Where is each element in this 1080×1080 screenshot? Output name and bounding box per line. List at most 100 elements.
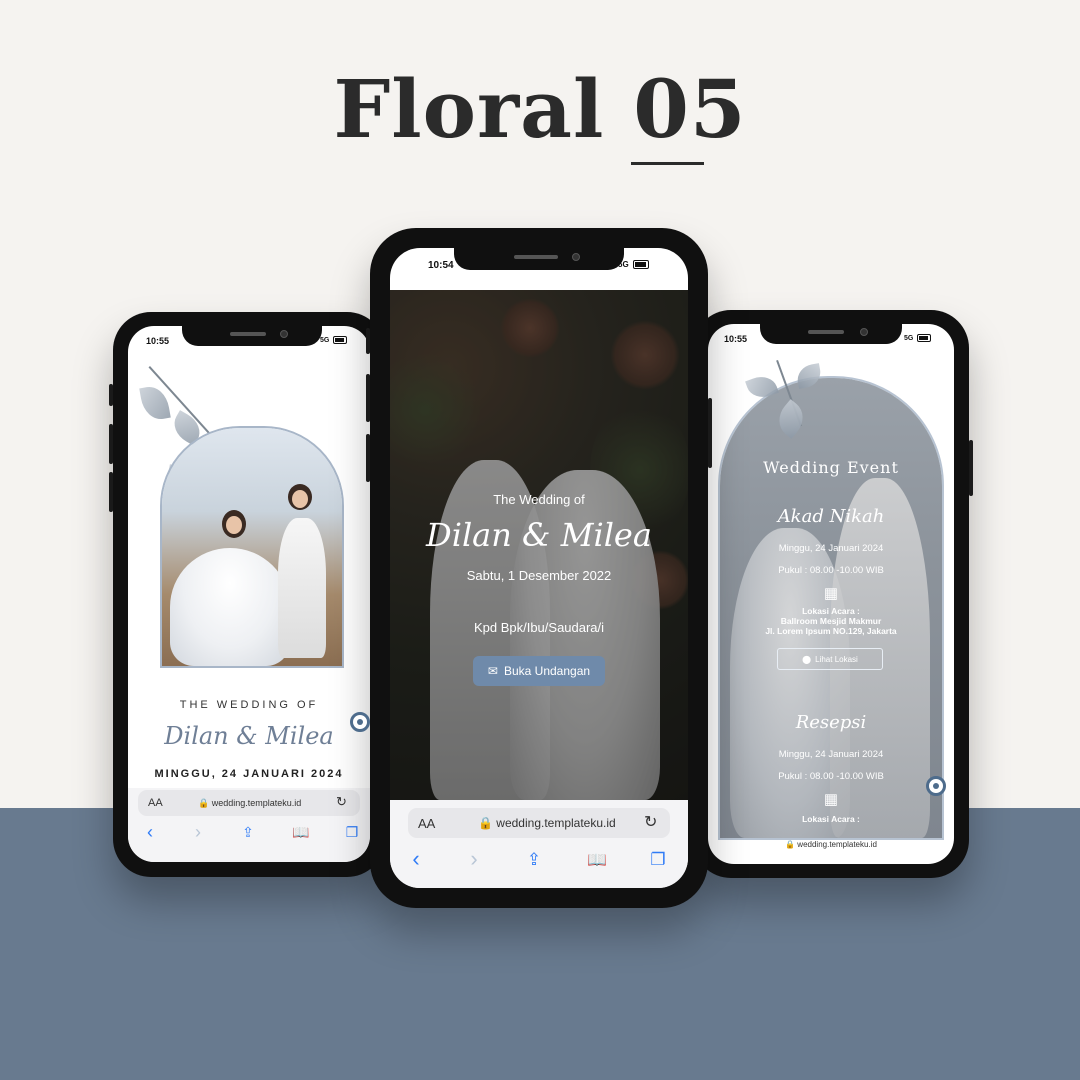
front-camera xyxy=(860,328,868,336)
network-label: 5G xyxy=(618,260,629,269)
groom-suit xyxy=(278,518,326,658)
resepsi-title: Resepsi xyxy=(795,712,867,733)
floral-leaf-icon xyxy=(139,384,171,422)
address-bar[interactable]: AA 🔒 wedding.templateku.id ↻ xyxy=(138,790,360,816)
bride-dress xyxy=(170,548,290,666)
status-indicators: 5G xyxy=(618,260,649,269)
speaker-grille xyxy=(808,330,844,334)
phone-right-notch xyxy=(760,324,902,344)
couple-photo xyxy=(160,426,344,668)
battery-icon xyxy=(333,336,348,344)
hero-cover: The Wedding of Dilan & Milea Sabtu, 1 De… xyxy=(390,290,688,800)
forward-icon[interactable]: › xyxy=(188,822,208,843)
title-underline xyxy=(631,162,704,165)
battery-icon xyxy=(917,334,932,342)
address-bar[interactable]: AA 🔒 wedding.templateku.id ↻ xyxy=(408,808,670,838)
tabs-icon[interactable]: ❐ xyxy=(342,824,362,841)
url-value: wedding.templateku.id xyxy=(211,798,302,808)
network-label: 5G xyxy=(904,334,914,342)
guest-label: Kpd Bpk/Ibu/Saudara/i xyxy=(473,620,605,635)
forward-icon[interactable]: › xyxy=(462,846,486,872)
network-label: 5G xyxy=(320,336,330,344)
phone-center-power-button xyxy=(708,398,712,468)
phone-left-notch xyxy=(182,326,322,346)
url-value: wedding.templateku.id xyxy=(496,816,616,830)
view-location-label: Lihat Lokasi xyxy=(815,654,858,664)
phone-left-volume-down-button xyxy=(109,472,113,512)
tabs-icon[interactable]: ❐ xyxy=(646,850,670,870)
wedding-of-label: THE WEDDING OF xyxy=(179,699,319,711)
groom-face xyxy=(292,490,308,508)
back-icon[interactable]: ‹ xyxy=(404,846,428,872)
front-camera xyxy=(280,330,288,338)
status-time: 10:54 xyxy=(428,260,454,271)
phone-center-notch xyxy=(454,248,624,270)
url-text: 🔒 wedding.templateku.id xyxy=(478,816,616,830)
resepsi-location-label: Lokasi Acara : xyxy=(802,814,860,824)
phone-center-mute-button xyxy=(366,328,370,354)
status-indicators: 5G xyxy=(904,334,932,342)
resepsi-time: Pukul : 08.00 -10.00 WIB xyxy=(778,771,884,782)
bookmarks-icon[interactable]: 📖 xyxy=(290,824,312,841)
speaker-grille xyxy=(230,332,266,336)
phone-left-volume-up-button xyxy=(109,424,113,464)
phone-left: 10:55 5G THE WEDDING OF Dilan & Milea MI… xyxy=(109,312,385,877)
resepsi-date: Minggu, 24 Januari 2024 xyxy=(778,749,884,760)
map-icon: ▦ xyxy=(823,791,839,808)
envelope-icon: ✉ xyxy=(487,664,498,678)
lock-icon: 🔒 xyxy=(478,816,493,830)
akad-time: Pukul : 08.00 -10.00 WIB xyxy=(778,565,884,576)
music-toggle-button[interactable] xyxy=(350,712,370,732)
wedding-of-label: The Wedding of xyxy=(493,492,585,507)
back-icon[interactable]: ‹ xyxy=(140,822,160,843)
event-heading: Wedding Event xyxy=(763,458,899,477)
akad-date: Minggu, 24 Januari 2024 xyxy=(778,543,884,554)
pin-icon: ⬤ xyxy=(802,654,812,664)
status-time: 10:55 xyxy=(724,334,748,344)
browser-toolbar: AA 🔒 wedding.templateku.id ↻ ‹ › ⇪ 📖 ❐ xyxy=(390,800,688,888)
akad-location-label: Lokasi Acara : xyxy=(802,606,860,616)
share-icon[interactable]: ⇪ xyxy=(522,850,546,870)
battery-icon xyxy=(632,260,649,269)
wedding-date: MINGGU, 24 JANUARI 2024 xyxy=(154,768,344,780)
page-title: Floral 05 xyxy=(333,62,747,156)
wedding-date: Sabtu, 1 Desember 2022 xyxy=(466,568,612,583)
phone-right: 10:55 5G Wedding Event Akad Nikah Minggu… xyxy=(693,310,973,878)
lock-icon: 🔒 xyxy=(785,840,796,849)
akad-title: Akad Nikah xyxy=(777,506,885,527)
reload-icon[interactable]: ↻ xyxy=(644,812,657,832)
phone-right-power-button xyxy=(969,440,973,496)
phone-center: 10:54 5G The Wedding of Dilan & Milea Sa… xyxy=(366,228,712,908)
text-size-button[interactable]: AA xyxy=(418,816,435,831)
phone-left-screen: 10:55 5G THE WEDDING OF Dilan & Milea MI… xyxy=(128,326,370,862)
music-toggle-button[interactable] xyxy=(926,776,946,796)
akad-venue: Ballroom Mesjid Makmur xyxy=(780,616,882,626)
map-icon: ▦ xyxy=(823,585,839,602)
phone-center-volume-up-button xyxy=(366,374,370,422)
couple-names: Dilan & Milea xyxy=(426,516,652,554)
url-text: 🔒 wedding.templateku.id xyxy=(198,798,301,809)
phone-center-screen: 10:54 5G The Wedding of Dilan & Milea Sa… xyxy=(390,248,688,888)
status-time: 10:55 xyxy=(146,336,170,346)
lock-icon: 🔒 xyxy=(198,798,210,808)
bride-face xyxy=(226,516,242,534)
url-text: 🔒 wedding.templateku.id xyxy=(708,840,954,849)
bookmarks-icon[interactable]: 📖 xyxy=(584,850,610,870)
open-invitation-label: Buka Undangan xyxy=(503,664,591,678)
view-location-button[interactable]: ⬤ Lihat Lokasi xyxy=(777,648,883,670)
front-camera xyxy=(572,253,580,261)
phone-right-screen: 10:55 5G Wedding Event Akad Nikah Minggu… xyxy=(708,324,954,864)
phone-left-mute-button xyxy=(109,384,113,406)
reload-icon[interactable]: ↻ xyxy=(336,794,347,810)
browser-toolbar: AA 🔒 wedding.templateku.id ↻ ‹ › ⇪ 📖 ❐ xyxy=(128,788,370,862)
url-value: wedding.templateku.id xyxy=(797,840,877,849)
text-size-button[interactable]: AA xyxy=(148,797,163,809)
phone-center-volume-down-button xyxy=(366,434,370,482)
akad-address: Jl. Lorem Ipsum NO.129, Jakarta xyxy=(765,626,897,636)
event-arch-card: Wedding Event Akad Nikah Minggu, 24 Janu… xyxy=(718,376,944,840)
status-indicators: 5G xyxy=(320,336,348,344)
couple-names: Dilan & Milea xyxy=(164,722,334,750)
speaker-grille xyxy=(514,255,558,259)
share-icon[interactable]: ⇪ xyxy=(238,824,258,841)
open-invitation-button[interactable]: ✉ Buka Undangan xyxy=(473,656,605,686)
